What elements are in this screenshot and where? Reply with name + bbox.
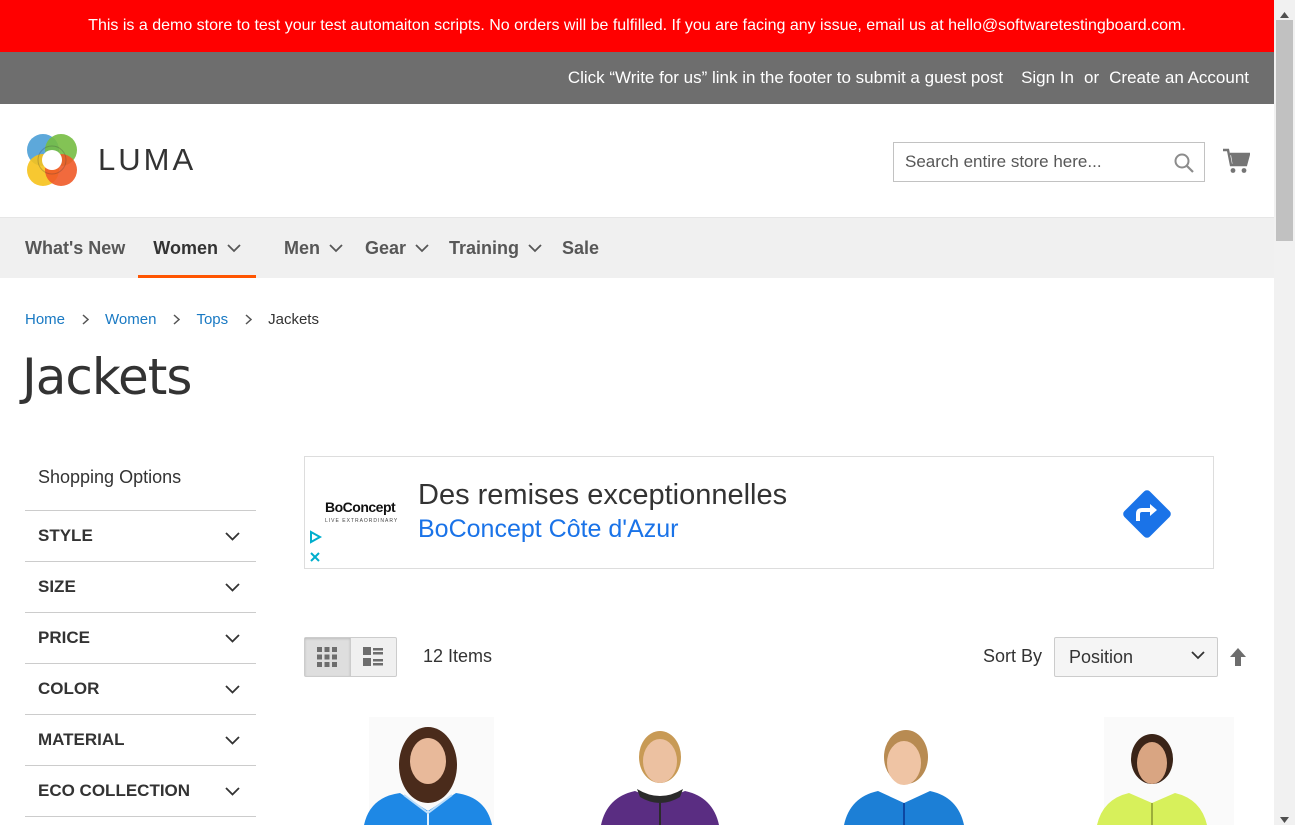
grid-icon: [317, 647, 338, 667]
filter-style[interactable]: STYLE: [25, 511, 256, 562]
product-image: [1097, 717, 1234, 825]
minicart-button[interactable]: [1222, 147, 1251, 180]
breadcrumb-women[interactable]: Women: [105, 311, 156, 328]
filter-label: STYLE: [38, 526, 93, 545]
ad-advertiser[interactable]: BoConcept Côte d'Azur: [418, 515, 678, 544]
product-item[interactable]: [774, 717, 1009, 825]
filter-material[interactable]: MATERIAL: [25, 715, 256, 766]
ad-brand-tagline: LIVE EXTRAORDINARY: [325, 518, 399, 524]
product-item[interactable]: [1009, 717, 1244, 825]
create-account-link[interactable]: Create an Account: [1109, 68, 1249, 88]
luma-logo-icon: [27, 134, 77, 186]
nav-men[interactable]: Men: [284, 218, 343, 278]
filter-label: PRICE: [38, 628, 90, 647]
chevron-down-icon: [329, 243, 343, 252]
chevron-down-icon: [225, 684, 240, 694]
sign-in-link[interactable]: Sign In: [1021, 68, 1074, 88]
breadcrumb-current: Jackets: [268, 311, 319, 328]
filter-eco-collection[interactable]: ECO COLLECTION: [25, 766, 256, 817]
panel-header: Click “Write for us” link in the footer …: [0, 52, 1274, 104]
cart-icon: [1223, 148, 1251, 173]
logo-text: LUMA: [98, 142, 197, 177]
breadcrumb-tops[interactable]: Tops: [196, 311, 228, 328]
products-toolbar: 12 Items Sort By Position: [304, 637, 1254, 677]
product-image: [364, 717, 494, 825]
product-image: [844, 730, 964, 825]
scrollbar-thumb[interactable]: [1276, 20, 1293, 241]
chevron-right-icon: [245, 314, 253, 325]
breadcrumb: Home Women Tops Jackets: [25, 311, 319, 328]
chevron-down-icon: [225, 786, 240, 796]
sort-by-label: Sort By: [983, 646, 1043, 666]
adchoices-icon[interactable]: [308, 530, 323, 549]
or-separator: or: [1084, 68, 1100, 87]
filter-label: MATERIAL: [38, 730, 125, 749]
product-image: [601, 731, 719, 825]
chevron-down-icon: [225, 633, 240, 643]
ad-brand-logo: BoConcept: [325, 499, 396, 515]
main-navigation: What's New Women Men Gear Training Sale: [0, 217, 1274, 278]
nav-training[interactable]: Training: [449, 218, 542, 278]
nav-label: What's New: [25, 237, 126, 258]
header-content: LUMA: [0, 104, 1274, 217]
scroll-down-arrow-icon[interactable]: [1280, 810, 1289, 825]
view-mode-switcher: [304, 637, 397, 677]
grid-view-button[interactable]: [305, 638, 351, 676]
nav-label: Training: [449, 237, 520, 258]
search-icon[interactable]: [1174, 153, 1194, 178]
chevron-down-icon: [225, 735, 240, 745]
breadcrumb-home[interactable]: Home: [25, 311, 65, 328]
nav-label: Gear: [364, 237, 406, 258]
chevron-down-icon: [225, 531, 240, 541]
filter-color[interactable]: COLOR: [25, 664, 256, 715]
nav-women[interactable]: Women: [138, 218, 256, 278]
search-box: [893, 142, 1205, 182]
nav-label: Women: [153, 237, 218, 258]
product-item[interactable]: [304, 717, 539, 825]
guest-post-notice: Click “Write for us” link in the footer …: [567, 68, 1004, 87]
sort-by-select[interactable]: Position: [1054, 637, 1218, 677]
product-grid: [304, 717, 1244, 825]
chevron-down-icon: [528, 243, 542, 252]
chevron-right-icon: [82, 314, 90, 325]
filter-label: ECO COLLECTION: [38, 781, 191, 800]
demo-store-banner: This is a demo store to test your test a…: [0, 0, 1274, 52]
product-item[interactable]: [539, 717, 774, 825]
nav-whats-new[interactable]: What's New: [25, 218, 125, 278]
chevron-down-icon: [1191, 651, 1205, 660]
list-icon: [363, 647, 384, 666]
nav-label: Men: [283, 237, 320, 258]
chevron-right-icon: [173, 314, 181, 325]
chevron-down-icon: [227, 243, 241, 252]
page: This is a demo store to test your test a…: [0, 0, 1274, 825]
close-icon[interactable]: [308, 550, 322, 569]
nav-sale[interactable]: Sale: [562, 218, 599, 278]
shopping-options-title: Shopping Options: [25, 460, 256, 511]
filter-label: COLOR: [38, 679, 100, 698]
directions-arrow-icon[interactable]: [1116, 483, 1178, 550]
layered-navigation: Shopping Options STYLE SIZE PRICE COLOR …: [25, 460, 256, 817]
vertical-scrollbar[interactable]: [1274, 0, 1295, 825]
filter-price[interactable]: PRICE: [25, 613, 256, 664]
demo-banner-text: This is a demo store to test your test a…: [88, 17, 1186, 34]
toolbar-amount: 12 Items: [423, 646, 493, 666]
nav-label: Sale: [562, 237, 600, 258]
sort-direction-arrow-icon[interactable]: [1229, 647, 1247, 672]
list-view-button[interactable]: [351, 638, 397, 676]
nav-gear[interactable]: Gear: [365, 218, 429, 278]
chevron-down-icon: [225, 582, 240, 592]
logo[interactable]: LUMA: [25, 131, 196, 189]
ad-headline: Des remises exceptionnelles: [418, 479, 788, 511]
filter-size[interactable]: SIZE: [25, 562, 256, 613]
sort-by-value: Position: [1069, 646, 1134, 667]
chevron-down-icon: [415, 243, 429, 252]
page-title: Jackets: [22, 348, 192, 406]
search-input[interactable]: [894, 143, 1204, 181]
filter-label: SIZE: [38, 577, 76, 596]
ad-banner[interactable]: BoConcept LIVE EXTRAORDINARY Des remises…: [304, 456, 1214, 569]
